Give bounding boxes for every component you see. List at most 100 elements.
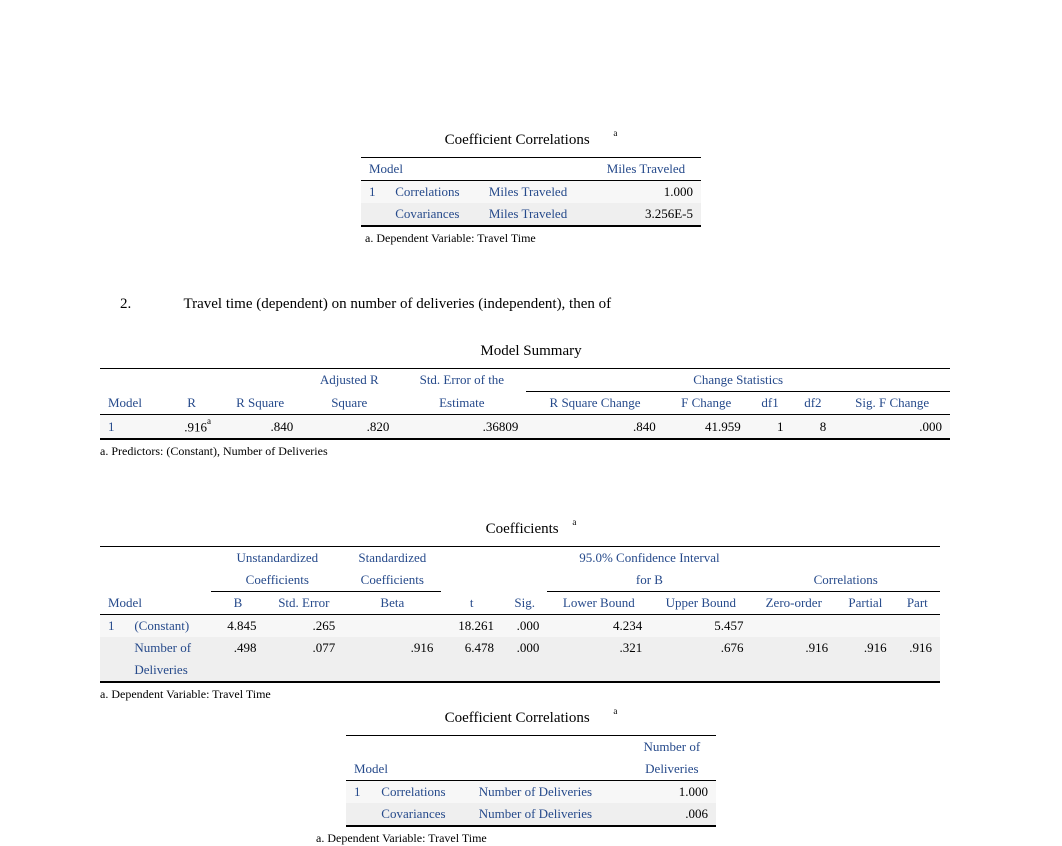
coef-model: 1 [100, 615, 126, 638]
coef-h-model: Model [100, 592, 211, 615]
coef-h-zo: Zero-order [751, 592, 836, 615]
cc1-h-model: Model [361, 158, 591, 181]
ms-title: Model Summary [0, 343, 1062, 360]
cc1-r2v: 3.256E-5 [591, 203, 701, 226]
coef-h-std2: Coefficients [343, 569, 441, 592]
section-number: 2. [120, 296, 180, 313]
coef-r1-lbl: (Constant) [126, 615, 211, 638]
cc1-r1a: Correlations [387, 181, 481, 204]
coef-r1-ub: 5.457 [650, 615, 751, 638]
cc2-title-sup: a [613, 706, 617, 716]
ms-h-rsq: R Square [219, 392, 301, 415]
ms-r: .916a [164, 415, 219, 440]
ms-h-se2: Estimate [397, 392, 526, 415]
ms-df1: 1 [749, 415, 792, 440]
ms-model: 1 [100, 415, 164, 440]
ms-adjr: .820 [301, 415, 397, 440]
ms-h-rsqch: R Square Change [526, 392, 663, 415]
cc2-r1v: 1.000 [628, 781, 716, 804]
cc2-table: Number of Model Deliveries 1 Correlation… [346, 735, 716, 827]
ms-rsqch: .840 [526, 415, 663, 440]
cc1-title: Coefficient Correlations a [0, 130, 1062, 149]
coef-h-corr: Correlations [751, 569, 940, 592]
ms-h-df2: df2 [792, 392, 835, 415]
coef-h-ci1: 95.0% Confidence Interval [547, 547, 751, 570]
cc1-r2a: Covariances [387, 203, 481, 226]
coef-h-std1: Standardized [343, 547, 441, 570]
ms-h-r: R [164, 392, 219, 415]
coef-h-sig: Sig. [502, 592, 547, 615]
cc1-title-text: Coefficient Correlations [445, 132, 590, 148]
section-line: 2. Travel time (dependent) on number of … [120, 296, 1062, 313]
coef-h-unstd1: Unstandardized [211, 547, 343, 570]
coef-h-se: Std. Error [264, 592, 343, 615]
coef-r2-beta: .916 [343, 637, 441, 659]
cc2-r2v: .006 [628, 803, 716, 826]
coef-title: Coefficients a [0, 519, 1062, 538]
cc2-r2a: Covariances [373, 803, 470, 826]
coef-r2-part: .916 [836, 637, 894, 659]
cc1-h-var: Miles Traveled [591, 158, 701, 181]
ms-h-adjr2: Square [301, 392, 397, 415]
coef-table: Unstandardized Standardized 95.0% Confid… [100, 546, 940, 683]
cc2-model-num: 1 [346, 781, 373, 804]
coef-r1-lb: 4.234 [547, 615, 650, 638]
coef-r2-t: 6.478 [441, 637, 502, 659]
coef-r2-lbl1: Number of [126, 637, 211, 659]
section-text: Travel time (dependent) on number of del… [183, 296, 611, 312]
coef-r1-b: 4.845 [211, 615, 264, 638]
coef-r2-sig: .000 [502, 637, 547, 659]
ms-footnote: a. Predictors: (Constant), Number of Del… [100, 444, 1062, 459]
coef-r2-ub: .676 [650, 637, 751, 659]
ms-h-sigf: Sig. F Change [834, 392, 950, 415]
coef-r2-se: .077 [264, 637, 343, 659]
ms-h-adjr1: Adjusted R [301, 369, 397, 392]
cc2-title: Coefficient Correlations a [0, 708, 1062, 727]
coef-r2-zo: .916 [751, 637, 836, 659]
cc2-h-var1: Number of [628, 736, 716, 759]
cc2-r1b: Number of Deliveries [471, 781, 628, 804]
coef-h-beta: Beta [343, 592, 441, 615]
cc1-r1b: Miles Traveled [481, 181, 591, 204]
coef-title-text: Coefficients [486, 521, 559, 537]
cc2-h-var2: Deliveries [628, 758, 716, 781]
ms-fch: 41.959 [664, 415, 749, 440]
cc2-footnote: a. Dependent Variable: Travel Time [316, 831, 1062, 846]
ms-se: .36809 [397, 415, 526, 440]
ms-sigf: .000 [834, 415, 950, 440]
ms-h-se1: Std. Error of the [397, 369, 526, 392]
coef-r2-b: .498 [211, 637, 264, 659]
coef-h-t: t [441, 592, 502, 615]
ms-h-df1: df1 [749, 392, 792, 415]
coef-footnote: a. Dependent Variable: Travel Time [100, 687, 1062, 702]
coef-r2-pt: .916 [895, 637, 940, 659]
coef-h-b: B [211, 592, 264, 615]
cc1-model-num: 1 [361, 181, 387, 204]
ms-h-fch: F Change [664, 392, 749, 415]
cc2-r2b: Number of Deliveries [471, 803, 628, 826]
ms-h-change: Change Statistics [526, 369, 950, 392]
ms-h-model: Model [100, 392, 164, 415]
cc2-r1a: Correlations [373, 781, 470, 804]
coef-r1-sig: .000 [502, 615, 547, 638]
coef-h-part: Partial [836, 592, 894, 615]
cc1-r2b: Miles Traveled [481, 203, 591, 226]
ms-rsq: .840 [219, 415, 301, 440]
coef-h-ub: Upper Bound [650, 592, 751, 615]
coef-r1-beta [343, 615, 441, 638]
coef-title-sup: a [572, 517, 576, 527]
coef-r2-lbl2: Deliveries [126, 659, 211, 682]
ms-table: Adjusted R Std. Error of the Change Stat… [100, 368, 950, 440]
cc2-title-text: Coefficient Correlations [445, 710, 590, 726]
ms-df2: 8 [792, 415, 835, 440]
cc1-table: Model Miles Traveled 1 Correlations Mile… [361, 157, 701, 227]
cc1-footnote: a. Dependent Variable: Travel Time [365, 231, 1062, 246]
coef-r1-se: .265 [264, 615, 343, 638]
cc1-title-sup: a [613, 128, 617, 138]
coef-h-pt: Part [895, 592, 940, 615]
coef-h-ci2: for B [547, 569, 751, 592]
coef-r1-t: 18.261 [441, 615, 502, 638]
cc1-r1v: 1.000 [591, 181, 701, 204]
coef-h-unstd2: Coefficients [211, 569, 343, 592]
coef-r2-lb: .321 [547, 637, 650, 659]
